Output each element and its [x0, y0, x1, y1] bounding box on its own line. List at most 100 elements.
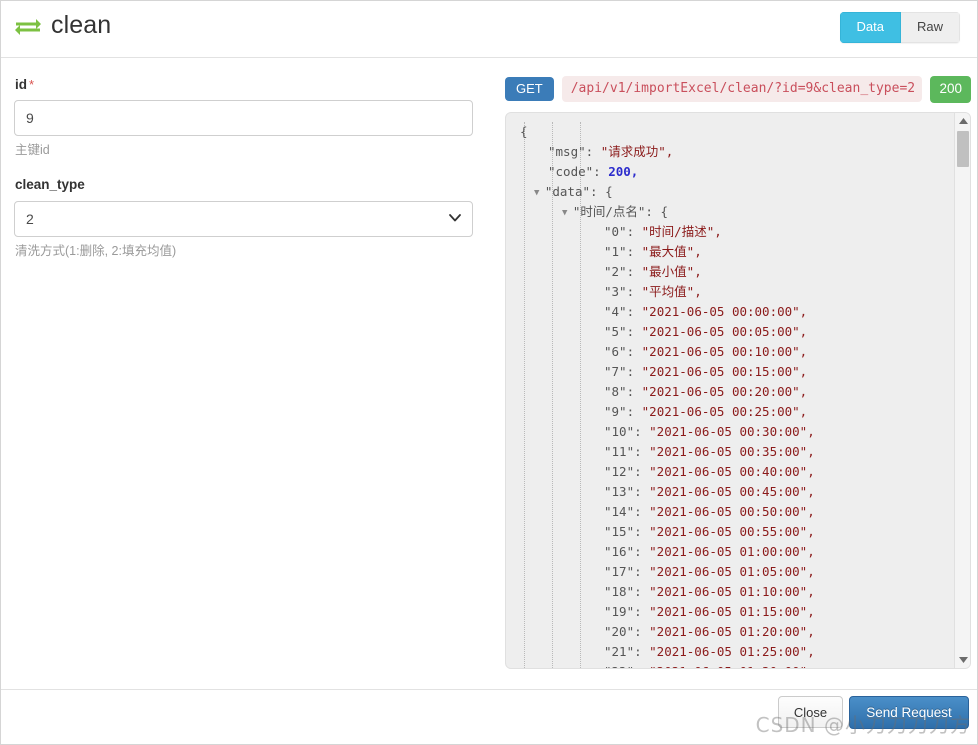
json-key: "9":	[604, 404, 642, 419]
json-value: "2021-06-05 01:25:00",	[649, 644, 815, 659]
label-clean-type-text: clean_type	[15, 177, 85, 193]
help-text-id: 主键id	[15, 143, 50, 158]
json-value: "2021-06-05 00:40:00",	[649, 464, 815, 479]
json-line: "22": "2021-06-05 01:30:00",	[506, 662, 955, 668]
json-value: "2021-06-05 00:35:00",	[649, 444, 815, 459]
json-line: "17": "2021-06-05 01:05:00",	[506, 562, 955, 582]
collapse-triangle-icon[interactable]: ▼	[562, 208, 573, 218]
json-line: ▼ "data": {	[506, 182, 955, 202]
json-value: "2021-06-05 00:00:00",	[641, 304, 808, 319]
scroll-down-arrow-icon[interactable]	[955, 652, 970, 668]
view-mode-tabs: Data Raw	[839, 12, 960, 43]
json-line: "14": "2021-06-05 00:50:00",	[506, 502, 955, 522]
modal-header: clean Data Raw	[1, 1, 977, 58]
json-key: "3":	[604, 284, 642, 299]
request-url: /api/v1/importExcel/clean/?id=9&clean_ty…	[561, 76, 923, 103]
response-pane: GET /api/v1/importExcel/clean/?id=9&clea…	[496, 59, 978, 689]
json-value: "时间/描述",	[641, 224, 722, 239]
collapse-triangle-icon[interactable]: ▼	[534, 188, 545, 198]
json-line: ▼ "时间/点名": {	[506, 202, 955, 222]
json-value: "最大值",	[641, 244, 702, 259]
label-clean-type: clean_type	[15, 177, 474, 193]
json-response-body[interactable]: {"msg": "请求成功", "code": 200, ▼ "data": {▼ …	[506, 113, 955, 668]
json-line: "15": "2021-06-05 00:55:00",	[506, 522, 955, 542]
json-key: "4":	[604, 304, 642, 319]
json-key: "data":	[544, 184, 606, 199]
json-key: "0":	[604, 224, 642, 239]
modal-title-group: clean	[14, 13, 111, 38]
label-id-text: id	[15, 77, 27, 92]
json-line: "code": 200,	[506, 162, 955, 182]
json-key: "14":	[604, 504, 650, 519]
json-value: "平均值",	[641, 284, 702, 299]
json-key: "11":	[604, 444, 650, 459]
json-key: "17":	[604, 564, 650, 579]
json-value: "请求成功",	[600, 144, 674, 159]
json-value: "2021-06-05 00:50:00",	[649, 504, 815, 519]
modal-footer: Close Send Request	[1, 689, 977, 744]
id-input[interactable]	[14, 100, 473, 137]
json-line: "7": "2021-06-05 00:15:00",	[506, 362, 955, 382]
required-asterisk: *	[29, 77, 35, 92]
json-line: "20": "2021-06-05 01:20:00",	[506, 622, 955, 642]
help-text-clean-type: 清洗方式(1:删除, 2:填充均值)	[15, 243, 177, 258]
json-value: "2021-06-05 01:30:00",	[649, 664, 815, 668]
json-key: "19":	[604, 604, 650, 619]
json-value: "2021-06-05 00:15:00",	[641, 364, 808, 379]
json-response-panel: {"msg": "请求成功", "code": 200, ▼ "data": {▼ …	[505, 112, 971, 669]
json-line: "4": "2021-06-05 00:00:00",	[506, 302, 955, 322]
clean-type-select-wrap	[14, 200, 473, 237]
json-line: "13": "2021-06-05 00:45:00",	[506, 482, 955, 502]
json-key: "20":	[604, 624, 650, 639]
json-code: {"msg": "请求成功", "code": 200, ▼ "data": {▼ …	[506, 122, 955, 668]
close-button[interactable]: Close	[778, 696, 843, 728]
clean-type-select[interactable]	[14, 200, 473, 237]
json-line: "5": "2021-06-05 00:05:00",	[506, 322, 955, 342]
api-request-modal: clean Data Raw id* 主键id clean_type	[0, 0, 978, 745]
json-line: "21": "2021-06-05 01:25:00",	[506, 642, 955, 662]
json-scrollbar[interactable]	[954, 113, 970, 668]
json-value: 200,	[608, 164, 639, 179]
json-value: {	[605, 184, 613, 199]
json-key: "21":	[604, 644, 650, 659]
json-line: "10": "2021-06-05 00:30:00",	[506, 422, 955, 442]
request-url-bar: GET /api/v1/importExcel/clean/?id=9&clea…	[505, 76, 971, 103]
json-key: "22":	[604, 664, 649, 668]
json-value: {	[660, 204, 669, 219]
json-line: "0": "时间/描述",	[506, 222, 955, 242]
label-id: id *	[15, 77, 474, 93]
tab-raw[interactable]: Raw	[900, 12, 960, 43]
json-value: "2021-06-05 01:00:00",	[649, 544, 815, 559]
send-request-button[interactable]: Send Request	[849, 696, 969, 729]
field-group-id: id* 主键id	[14, 77, 474, 158]
json-line: "19": "2021-06-05 01:15:00",	[506, 602, 955, 622]
json-line: "8": "2021-06-05 00:20:00",	[506, 382, 955, 402]
json-key: "10":	[604, 424, 650, 439]
json-line: "11": "2021-06-05 00:35:00",	[506, 442, 955, 462]
status-code-badge: 200	[930, 76, 971, 103]
json-value: "2021-06-05 00:30:00",	[649, 424, 815, 439]
json-value: "2021-06-05 01:15:00",	[649, 604, 815, 619]
json-line: "2": "最小值",	[506, 262, 955, 282]
json-key: "12":	[604, 464, 650, 479]
json-key: "7":	[604, 364, 642, 379]
json-key: "时间/点名":	[572, 204, 661, 219]
json-key: "15":	[604, 524, 650, 539]
json-key: "msg":	[548, 144, 601, 159]
json-value: "2021-06-05 00:20:00",	[641, 384, 808, 399]
json-value: "2021-06-05 01:10:00",	[649, 584, 815, 599]
json-line: "3": "平均值",	[506, 282, 955, 302]
http-method-badge: GET	[505, 77, 554, 102]
tab-data[interactable]: Data	[839, 12, 901, 43]
json-value: "2021-06-05 00:45:00",	[649, 484, 815, 499]
json-key: "13":	[604, 484, 650, 499]
scrollbar-thumb[interactable]	[957, 131, 969, 167]
json-line: {	[506, 122, 955, 142]
json-line: "18": "2021-06-05 01:10:00",	[506, 582, 955, 602]
page-title: clean	[51, 11, 112, 39]
json-value: "2021-06-05 00:55:00",	[649, 524, 815, 539]
json-key: "5":	[604, 324, 642, 339]
scroll-up-arrow-icon[interactable]	[955, 113, 970, 129]
json-key: "6":	[604, 344, 642, 359]
json-value: "2021-06-05 00:25:00",	[641, 404, 808, 419]
